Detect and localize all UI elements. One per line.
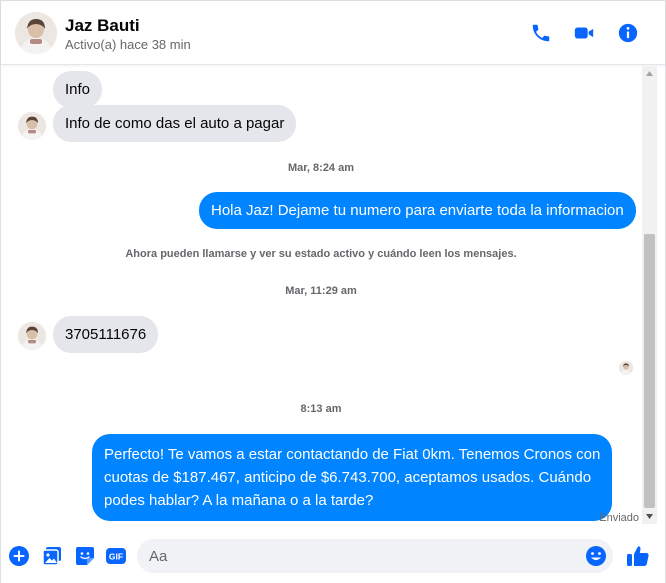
scrollbar-thumb[interactable] [644,234,655,508]
message-avatar[interactable] [18,322,46,350]
gif-button[interactable]: GIF [105,545,127,567]
seen-indicator [619,361,633,375]
emoji-smile-icon [586,546,606,566]
outgoing-message[interactable]: Perfecto! Te vamos a estar contactando d… [92,434,613,521]
incoming-message[interactable]: Info [53,71,103,108]
contact-status: Activo(a) hace 38 min [65,37,191,52]
thumbs-up-icon [627,546,649,566]
photo-gallery-icon [42,547,61,566]
attach-photo-button[interactable] [41,545,63,567]
avatar-photo-icon [619,361,633,375]
gif-label: GIF [109,552,123,562]
contact-avatar[interactable] [15,12,57,54]
contact-name[interactable]: Jaz Bauti [65,16,140,36]
triangle-down-icon [646,514,653,519]
message-line: Perfecto! Te vamos a estar contactando d… [104,446,601,463]
video-camera-icon [574,27,594,39]
message-list[interactable]: Info Info de como das el auto a pagar Ma… [1,66,641,529]
message-avatar[interactable] [18,112,46,140]
chat-window: Jaz Bauti Activo(a) hace 38 min Info Inf… [0,0,666,583]
triangle-up-icon [646,71,653,76]
chat-header: Jaz Bauti Activo(a) hace 38 min [1,1,665,65]
incoming-message[interactable]: Info de como das el auto a pagar [53,105,297,142]
avatar-photo-icon [18,112,46,140]
scroll-down-arrow[interactable] [642,509,657,524]
call-button[interactable] [529,21,553,45]
avatar-photo-icon [15,12,57,54]
message-input-container[interactable] [137,539,613,573]
timestamp: Mar, 8:24 am [287,162,355,174]
scrollbar[interactable] [642,66,657,524]
composer-bar: GIF [1,531,665,583]
system-notice: Ahora pueden llamarse y ver su estado ac… [125,248,517,260]
scroll-up-arrow[interactable] [642,66,657,81]
like-button[interactable] [625,543,651,569]
sticker-icon [76,547,94,565]
avatar-photo-icon [18,322,46,350]
conversation-info-button[interactable] [616,21,640,45]
emoji-button[interactable] [585,545,607,567]
plus-circle-icon [9,546,29,566]
more-actions-button[interactable] [8,545,30,567]
message-input[interactable] [149,546,569,566]
sent-status: Enviado [599,512,639,524]
outgoing-message[interactable]: Hola Jaz! Dejame tu numero para enviarte… [199,192,636,229]
sticker-button[interactable] [74,545,96,567]
gif-icon: GIF [106,548,126,564]
message-line: podes hablar? A la mañana o a la tarde? [104,492,374,509]
timestamp: 8:13 am [300,403,342,415]
video-call-button[interactable] [572,21,596,45]
phone-icon [532,24,550,42]
info-icon [618,23,638,43]
message-line: cuotas de $187.467, anticipo de $6.743.7… [104,469,592,486]
incoming-message[interactable]: 3705111676 [53,316,159,353]
timestamp: Mar, 11:29 am [285,285,357,297]
